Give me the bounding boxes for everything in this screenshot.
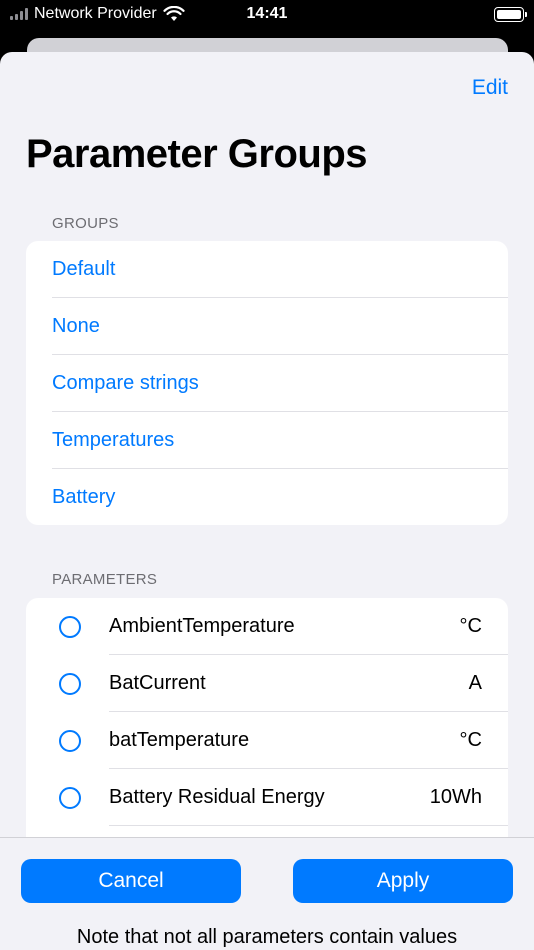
parameter-unit: A <box>468 672 482 694</box>
apply-button[interactable]: Apply <box>293 859 513 903</box>
groups-list: Default None Compare strings Temperature… <box>26 241 508 525</box>
parameter-name: Battery Residual Energy <box>109 786 325 808</box>
group-item-compare-strings[interactable]: Compare strings <box>26 355 508 412</box>
bottom-action-bar: Cancel Apply Note that not all parameter… <box>0 837 534 950</box>
footer-note: Note that not all parameters contain val… <box>76 926 458 948</box>
group-item-battery[interactable]: Battery <box>26 469 508 525</box>
radio-unchecked-icon[interactable] <box>59 729 81 752</box>
cancel-button[interactable]: Cancel <box>21 859 241 903</box>
parameter-row-bat-current[interactable]: BatCurrent A <box>26 655 508 712</box>
group-item-temperatures[interactable]: Temperatures <box>26 412 508 469</box>
parameter-name: AmbientTemperature <box>109 615 295 637</box>
parameter-row-bat-temperature[interactable]: batTemperature °C <box>26 712 508 769</box>
group-item-none[interactable]: None <box>26 298 508 355</box>
parameter-name: BatCurrent <box>109 672 206 694</box>
parameter-unit: °C <box>459 615 482 637</box>
radio-unchecked-icon[interactable] <box>59 786 81 809</box>
status-bar: Network Provider 14:41 <box>0 0 534 30</box>
battery-icon <box>494 7 527 22</box>
radio-unchecked-icon[interactable] <box>59 615 81 638</box>
status-time: 14:41 <box>246 5 288 22</box>
groups-section-header: GROUPS <box>52 215 119 232</box>
parameters-list: AmbientTemperature °C BatCurrent A batTe… <box>26 598 508 858</box>
parameter-row-ambient-temperature[interactable]: AmbientTemperature °C <box>26 598 508 655</box>
parameter-unit: 10Wh <box>429 786 482 808</box>
parameter-row-battery-residual-energy[interactable]: Battery Residual Energy 10Wh <box>26 769 508 826</box>
parameter-name: batTemperature <box>109 729 250 751</box>
group-item-default[interactable]: Default <box>26 241 508 298</box>
parameter-unit: °C <box>459 729 482 751</box>
page-title: Parameter Groups <box>26 132 368 176</box>
edit-button[interactable]: Edit <box>472 76 508 100</box>
parameters-section-header: PARAMETERS <box>52 571 158 588</box>
radio-unchecked-icon[interactable] <box>59 672 81 695</box>
modal-sheet: Edit Parameter Groups GROUPS Default Non… <box>0 52 534 950</box>
